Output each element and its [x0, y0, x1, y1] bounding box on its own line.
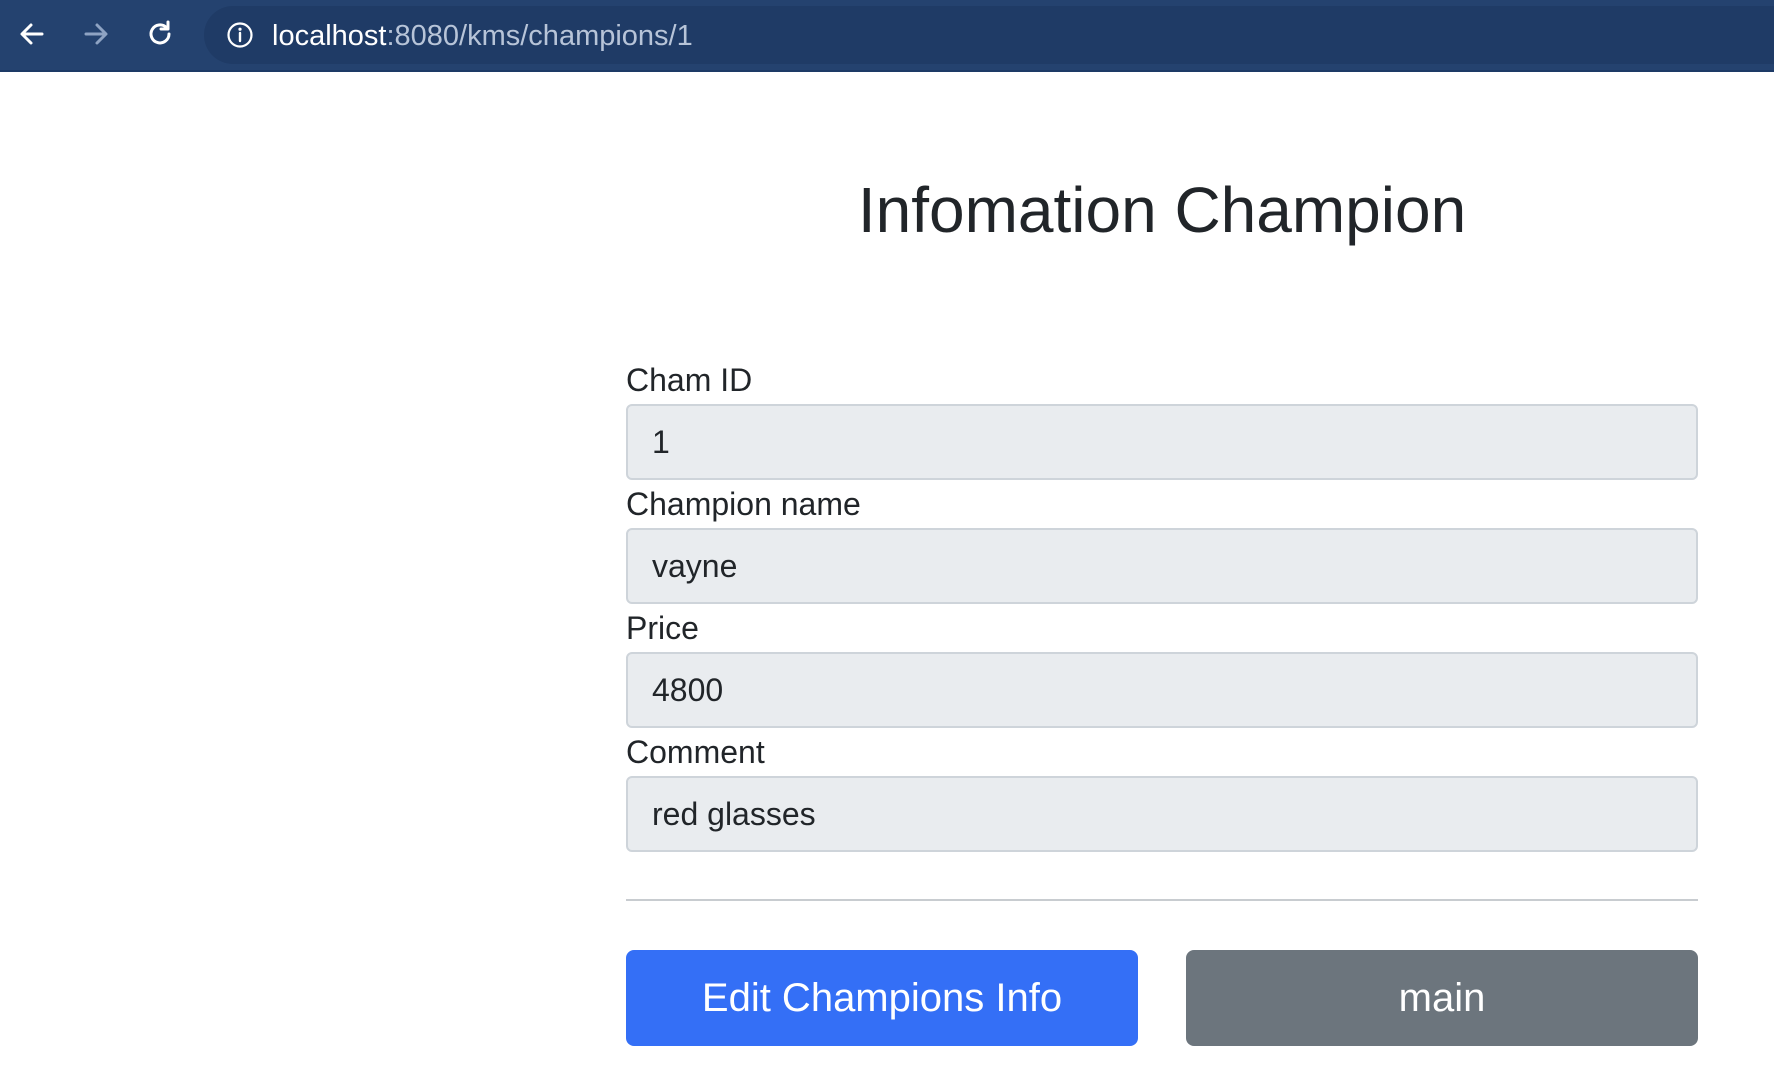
price-label: Price — [626, 610, 699, 646]
field-price: Price 4800 — [626, 608, 1698, 732]
champion-name-input[interactable]: vayne — [626, 528, 1698, 604]
field-comment: Comment red glasses — [626, 732, 1698, 856]
comment-input[interactable]: red glasses — [626, 776, 1698, 852]
comment-label: Comment — [626, 734, 765, 770]
url-host: localhost — [272, 20, 387, 52]
address-bar[interactable]: localhost:8080/kms/champions/1 — [204, 6, 1774, 64]
url-path: :8080/kms/champions/1 — [386, 20, 693, 52]
url-text: localhost:8080/kms/champions/1 — [272, 20, 693, 52]
champion-form: Cham ID 1 Champion name vayne Price 4800… — [626, 360, 1698, 856]
edit-champions-info-button[interactable]: Edit Champions Info — [626, 950, 1138, 1046]
divider — [626, 899, 1698, 901]
arrow-right-icon — [84, 23, 108, 45]
champion-name-label: Champion name — [626, 486, 861, 522]
cham-id-label: Cham ID — [626, 362, 753, 398]
reload-icon — [149, 20, 171, 45]
reload-button[interactable] — [140, 14, 180, 54]
forward-button[interactable] — [76, 14, 116, 54]
info-icon[interactable] — [226, 21, 254, 49]
page-title: Infomation Champion — [857, 174, 1467, 246]
back-button[interactable] — [12, 14, 52, 54]
field-champion-name: Champion name vayne — [626, 484, 1698, 608]
field-cham-id: Cham ID 1 — [626, 360, 1698, 484]
arrow-left-icon — [20, 23, 44, 45]
cham-id-input[interactable]: 1 — [626, 404, 1698, 480]
browser-toolbar: localhost:8080/kms/champions/1 — [0, 0, 1774, 72]
price-input[interactable]: 4800 — [626, 652, 1698, 728]
main-button[interactable]: main — [1186, 950, 1698, 1046]
